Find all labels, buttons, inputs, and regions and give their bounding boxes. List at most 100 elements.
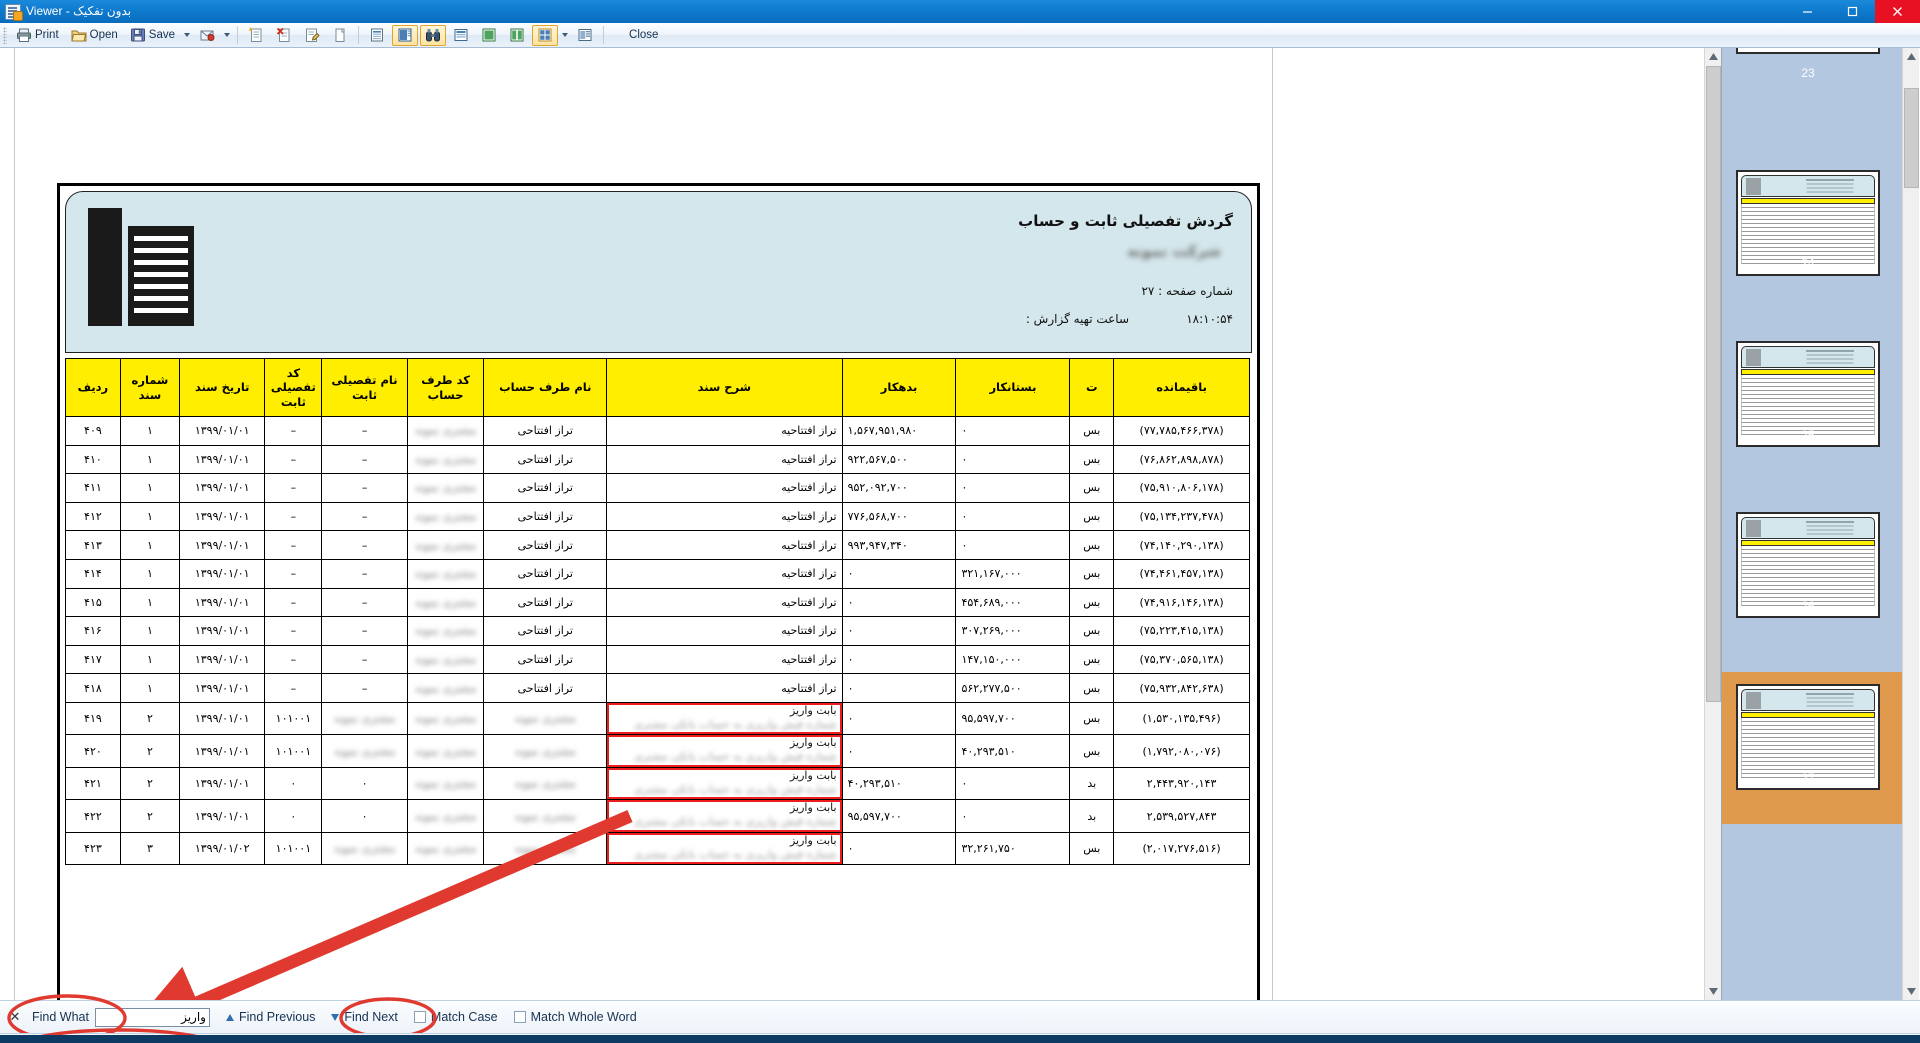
one-page-button[interactable] — [476, 25, 502, 46]
doc-desc-label: بابت واریز — [789, 703, 837, 717]
new-page-button[interactable] — [243, 25, 269, 46]
cell-detail-name: – — [321, 616, 408, 646]
redacted-value: مشتری نمونه — [414, 567, 477, 581]
cell-debtor: ۰ — [841, 734, 957, 768]
thumbnail-page-number: 27 — [1801, 771, 1815, 785]
cell-party-name: تراز افتتاحی — [483, 644, 608, 675]
thumbnail-pane: 23 24 25 26 27 — [1722, 48, 1919, 1000]
cell-detail-name: – — [321, 416, 408, 446]
scroll-up-arrow-icon[interactable] — [1705, 48, 1721, 65]
cell-doc-no: ۱ — [119, 644, 180, 675]
cell-party-code: مشتری نمونه — [406, 701, 485, 736]
thumbnail-scrollbar[interactable] — [1902, 48, 1919, 1000]
cell-doc-desc: بابت واریز شماره فیش واریزی به حساب بانکی… — [606, 734, 843, 768]
find-close-icon[interactable]: ✕ — [6, 1009, 24, 1025]
find-next-button[interactable]: Find Next — [331, 1010, 398, 1024]
fourpage-dropdown-caret-icon[interactable] — [562, 33, 569, 37]
thumbnail-panel-button[interactable] — [572, 25, 598, 46]
single-page-view-button[interactable] — [364, 25, 390, 46]
cell-creditor: ۳۲,۲۶۱,۷۵۰ — [955, 831, 1071, 866]
col-party-name: نام طرف حساب — [483, 358, 608, 417]
fullwidth-view-button[interactable] — [448, 25, 474, 46]
thumbnail-header-lines — [1806, 521, 1854, 523]
cell-t: بس — [1069, 831, 1115, 866]
cell-party-code: مشتری نمونه — [406, 501, 485, 532]
find-next-label: Find Next — [344, 1010, 398, 1024]
cell-debtor: ۴۰,۲۹۳,۵۱۰ — [841, 766, 957, 801]
copy-page-button[interactable] — [327, 25, 353, 46]
two-page-button[interactable] — [504, 25, 530, 46]
scroll-down-arrow-icon[interactable] — [1705, 983, 1721, 1000]
open-button[interactable]: Open — [66, 25, 123, 46]
cell-doc-no: ۲ — [119, 766, 180, 801]
table-row: (۱,۵۳۰,۱۳۵,۴۹۶) بس ۹۵,۵۹۷,۷۰۰ ۰ بابت واریز شم… — [65, 701, 1250, 736]
cell-debtor: ۰ — [841, 644, 957, 675]
cell-doc-date: ۱۳۹۹/۰۱/۰۱ — [178, 766, 266, 801]
thumb-scroll-up-icon[interactable] — [1903, 48, 1919, 65]
cell-party-name: تراز افتتاحی — [483, 558, 608, 589]
col-doc-no: شماره سند — [119, 358, 180, 417]
match-whole-word-checkbox[interactable]: Match Whole Word — [513, 1010, 637, 1024]
col-doc-date: تاریخ سند — [178, 358, 266, 417]
table-row: ۲,۴۴۳,۹۲۰,۱۴۳ بد ۰ ۴۰,۲۹۳,۵۱۰ بابت واریز شمار… — [65, 766, 1250, 801]
toolbar-separator-3 — [603, 26, 605, 44]
edit-page-button[interactable] — [299, 25, 325, 46]
cell-balance: (۷۶,۸۶۲,۸۹۸,۸۷۸) — [1113, 444, 1250, 475]
doc-desc-label: بابت واریز — [789, 833, 837, 847]
close-button[interactable] — [1875, 0, 1920, 23]
redacted-value: مشتری نمونه — [414, 777, 477, 791]
maximize-button[interactable] — [1830, 0, 1875, 23]
cell-balance: (۷۵,۹۱۰,۸۰۶,۱۷۸) — [1113, 473, 1250, 503]
window-controls — [1785, 0, 1920, 23]
find-previous-button[interactable]: Find Previous — [225, 1010, 315, 1024]
cell-debtor: ۰ — [841, 701, 957, 736]
cell-t: بس — [1069, 416, 1115, 446]
table-row: (۷۵,۹۱۰,۸۰۶,۱۷۸) بس ۰ ۹۵۲,۰۹۲,۷۰۰ تراز افتتا… — [65, 473, 1250, 503]
cell-row-no: ۴۱۲ — [65, 501, 121, 532]
checkbox-icon — [513, 1011, 526, 1023]
thumb-scroll-down-icon[interactable] — [1903, 983, 1919, 1000]
search-input[interactable] — [94, 1007, 210, 1027]
doc-desc-redacted: شماره فیش واریزی به حساب بانکی مشتری — [633, 782, 837, 796]
close-document-button[interactable]: Close — [624, 25, 663, 46]
doc-desc-redacted: شماره فیش واریزی به حساب بانکی مشتری — [633, 815, 837, 829]
cell-debtor: ۷۷۶,۵۶۸,۷۰۰ — [841, 501, 957, 532]
cell-row-no: ۴۱۶ — [65, 616, 121, 646]
match-case-checkbox[interactable]: Match Case — [413, 1010, 498, 1024]
four-page-button[interactable] — [532, 24, 559, 46]
export-button[interactable] — [194, 25, 220, 46]
cell-t: بس — [1069, 616, 1115, 646]
thumbnail-page-preview[interactable] — [1736, 48, 1880, 54]
cell-doc-no: ۱ — [119, 473, 180, 503]
toolbar-grip[interactable] — [3, 26, 7, 44]
find-button[interactable] — [420, 24, 447, 46]
cell-party-name: مشتری نمونه — [483, 831, 608, 866]
thumbnail-scroll-thumb[interactable] — [1904, 88, 1919, 188]
minimize-button[interactable] — [1785, 0, 1830, 23]
cell-detail-code: – — [264, 616, 323, 646]
close-document-label: Close — [629, 29, 659, 41]
page-layout-button[interactable] — [392, 24, 419, 46]
table-row: (۷۵,۹۳۲,۸۴۲,۶۳۸) بس ۵۶۲,۲۷۷,۵۰۰ ۰ تراز افتتا… — [65, 673, 1250, 703]
cell-creditor: ۳۲۱,۱۶۷,۰۰۰ — [955, 558, 1071, 589]
document-scroll-thumb[interactable] — [1706, 66, 1721, 702]
cell-balance: (۷۴,۹۱۶,۱۴۶,۱۳۸) — [1113, 587, 1250, 618]
page-layout-icon — [397, 27, 413, 43]
document-vertical-scrollbar[interactable] — [1704, 48, 1721, 1000]
twopage-icon — [509, 27, 525, 43]
cell-detail-code: – — [264, 473, 323, 503]
fullwidth-icon — [453, 27, 469, 43]
save-dropdown-caret-icon[interactable] — [184, 33, 191, 37]
thumbnail-building-icon — [1746, 692, 1761, 709]
save-button[interactable]: Save — [125, 25, 180, 46]
cell-doc-desc: تراز افتتاحیه — [606, 644, 843, 675]
delete-page-button[interactable] — [271, 25, 297, 46]
thumbnail-item[interactable] — [1736, 48, 1880, 54]
cell-party-name: تراز افتتاحی — [483, 616, 608, 646]
cell-doc-date: ۱۳۹۹/۰۱/۰۱ — [178, 530, 266, 560]
print-button[interactable]: Print — [11, 25, 64, 46]
redacted-value: مشتری نمونه — [514, 842, 576, 856]
redacted-value: مشتری نمونه — [414, 424, 477, 438]
export-dropdown-caret-icon[interactable] — [224, 33, 231, 37]
thumbnail-report-header — [1741, 175, 1875, 197]
